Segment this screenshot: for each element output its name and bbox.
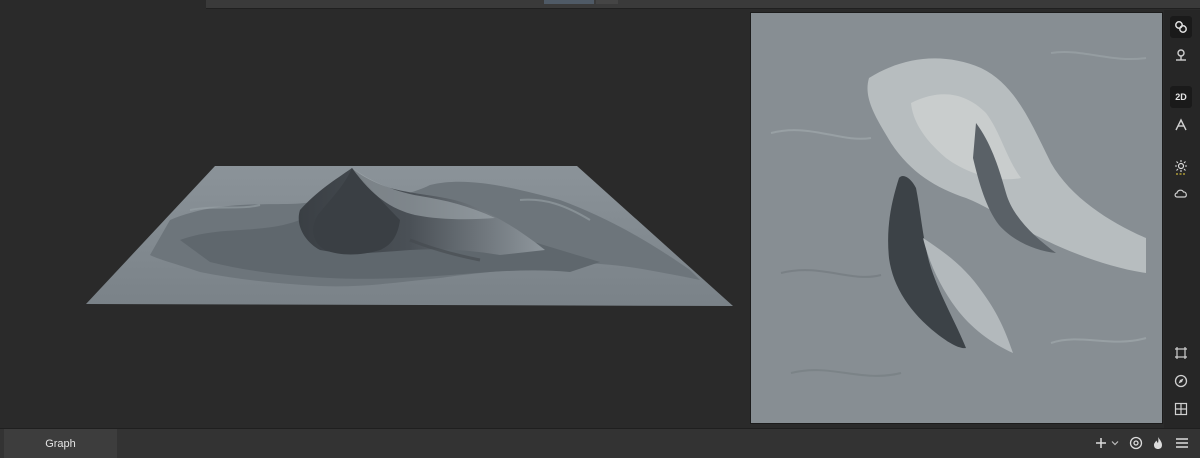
viewport-3d[interactable] [0,10,746,428]
plus-icon[interactable] [1094,434,1108,452]
at-icon[interactable] [1128,434,1144,452]
link-icon[interactable] [1170,16,1192,38]
measure-icon[interactable] [1170,114,1192,136]
grid-icon[interactable] [1170,398,1192,420]
flame-icon[interactable] [1151,434,1165,452]
viewport-2d-heightmap[interactable] [750,12,1163,424]
tab-graph-label: Graph [45,437,76,450]
compass-icon[interactable] [1170,370,1192,392]
heightmap-2d-render [751,13,1162,423]
top-tab[interactable] [596,0,618,4]
bottom-bar: Graph [0,428,1200,458]
sun-light-icon[interactable] [1170,156,1192,178]
right-toolbar: 2D [1164,10,1200,428]
chevron-down-icon[interactable] [1110,434,1120,452]
menu-icon[interactable] [1174,434,1190,452]
frame-icon[interactable] [1170,342,1192,364]
tab-graph[interactable]: Graph [4,429,117,458]
top-tab-active[interactable] [544,0,594,4]
2d-label: 2D [1175,92,1187,102]
pin-icon[interactable] [1170,44,1192,66]
top-panel-strip [206,0,1200,9]
2d-view-toggle[interactable]: 2D [1170,86,1192,108]
terrain-3d-render [86,166,733,306]
cloud-icon[interactable] [1170,182,1192,204]
